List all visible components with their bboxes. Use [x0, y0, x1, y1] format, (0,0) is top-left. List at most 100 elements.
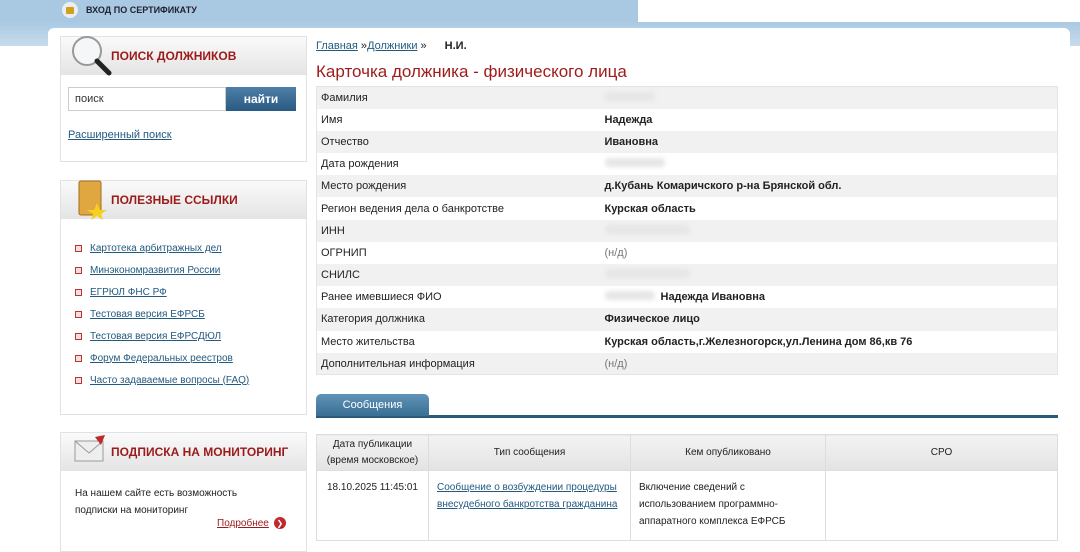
links-header: ПОЛЕЗНЫЕ ССЫЛКИ: [61, 180, 306, 220]
info-row: Отчество Ивановна: [316, 130, 1058, 154]
info-value-text: Курская область: [604, 202, 696, 215]
info-value: [598, 264, 1058, 286]
info-row: Место жительства Курская область,г.Железн…: [317, 331, 1058, 353]
info-value: Ивановна: [598, 131, 1058, 153]
search-header: ПОИСК ДОЛЖНИКОВ: [61, 36, 306, 76]
search-input[interactable]: [68, 87, 226, 111]
redacted-mark: [604, 291, 655, 301]
subscription-text-1: На нашем сайте есть возможность: [75, 488, 238, 499]
info-value: д.Кубань Комаричского р-на Брянской обл.: [598, 175, 1058, 197]
info-row: Регион ведения дела о банкротстве Курская…: [317, 197, 1058, 219]
info-row: Дата рождения: [317, 153, 1058, 175]
link-item: ЕГРЮЛ ФНС РФ: [75, 281, 306, 303]
info-value: Надежда: [598, 109, 1058, 131]
info-value: (н/д): [598, 242, 1058, 264]
breadcrumb-home[interactable]: Главная: [316, 40, 358, 52]
lock-icon: [62, 2, 78, 18]
bullet-icon: [75, 310, 82, 318]
info-row: Фамилия: [316, 86, 1058, 109]
info-label: ИНН: [321, 224, 345, 237]
info-row: СНИЛС: [316, 264, 1058, 287]
info-value-text: Физическое лицо: [604, 313, 700, 326]
main-content: Главная »Должники » Н.И. Карточка должник…: [316, 40, 1058, 376]
subscription-title: ПОДПИСКА НА МОНИТОРИНГ: [111, 445, 289, 459]
envelope-icon: [74, 435, 105, 462]
info-row: ОГРНИП (н/д): [317, 242, 1058, 264]
info-value-text: (н/д): [604, 246, 628, 259]
info-value-text: Надежда: [604, 113, 653, 126]
redacted-mark: [604, 91, 655, 101]
info-value-text: Ивановна: [604, 135, 659, 148]
info-value: [598, 220, 1058, 242]
col-sro: СРО: [825, 434, 1058, 471]
search-box: ПОИСК ДОЛЖНИКОВ найти Расширенный поиск: [60, 36, 307, 162]
search-title: ПОИСК ДОЛЖНИКОВ: [111, 49, 237, 63]
breadcrumb-debtors[interactable]: Должники: [367, 40, 417, 52]
tab-bar: Сообщения: [316, 394, 1058, 418]
link-faq[interactable]: Часто задаваемые вопросы (FAQ): [90, 375, 249, 386]
message-date: 18.10.2025 11:45:01: [316, 470, 429, 541]
info-label: Место жительства: [321, 335, 415, 348]
info-label: Имя: [321, 113, 343, 126]
info-label: Дата рождения: [321, 158, 399, 171]
bullet-icon: [75, 376, 82, 384]
breadcrumb-sep: »: [357, 40, 368, 52]
info-label: СНИЛС: [321, 269, 360, 282]
redacted-mark: [604, 158, 665, 168]
arrow-right-icon: ❯: [273, 517, 286, 529]
info-label: ОГРНИП: [321, 246, 367, 259]
col-by: Кем опубликовано: [630, 434, 826, 471]
link-item: Минэкономразвития России: [75, 259, 306, 281]
breadcrumb: Главная »Должники » Н.И.: [316, 40, 1058, 56]
info-value-text: Курская область,г.Железногорск,ул.Ленина…: [604, 335, 913, 348]
messages-table: Дата публикации (время московское) Тип со…: [316, 434, 1058, 541]
links-list: Картотека арбитражных дел Минэкономразви…: [61, 219, 306, 391]
cert-login-link[interactable]: ВХОД ПО СЕРТИФИКАТУ: [62, 2, 197, 18]
message-sro: [825, 470, 1058, 541]
more-label: Подробнее: [217, 517, 269, 529]
link-item: Картотека арбитражных дел: [75, 237, 306, 259]
breadcrumb-current: Н.И.: [444, 40, 467, 52]
bullet-icon: [75, 354, 82, 362]
redacted-mark: [604, 269, 690, 279]
message-type-link[interactable]: Сообщение о возбуждении процедуры внесуд…: [437, 482, 617, 510]
info-label: Фамилия: [321, 91, 368, 104]
col-type: Тип сообщения: [428, 434, 631, 471]
redacted-mark: [604, 224, 690, 234]
link-forum[interactable]: Форум Федеральных реестров: [90, 353, 233, 364]
link-item: Тестовая версия ЕФРСДЮЛ: [75, 325, 306, 347]
search-button[interactable]: найти: [226, 87, 296, 111]
info-label: Ранее имевшиеся ФИО: [321, 291, 442, 304]
link-egrul[interactable]: ЕГРЮЛ ФНС РФ: [90, 287, 167, 298]
info-value: Курская область,г.Железногорск,ул.Ленина…: [598, 331, 1058, 353]
info-row: Имя Надежда: [317, 109, 1058, 131]
col-date: Дата публикации (время московское): [316, 434, 429, 471]
link-test-efrsb[interactable]: Тестовая версия ЕФРСБ: [90, 309, 205, 320]
info-label: Дополнительная информация: [321, 357, 475, 370]
links-box: ПОЛЕЗНЫЕ ССЫЛКИ Картотека арбитражных де…: [60, 180, 307, 415]
notebook-icon: [78, 180, 107, 220]
subscription-text-2: подписки на мониторинг: [75, 505, 189, 516]
info-value-text: (н/д): [604, 357, 628, 370]
subscription-text: На нашем сайте есть возможность подписки …: [75, 485, 237, 519]
page-title: Карточка должника - физического лица: [316, 62, 627, 81]
info-label: Отчество: [321, 135, 369, 148]
col-date-line2: (время московское): [326, 454, 419, 466]
info-value: Надежда Ивановна: [598, 286, 1058, 308]
info-row: Ранее имевшиеся ФИО Надежда Ивановна: [317, 286, 1058, 308]
cert-login-label: ВХОД ПО СЕРТИФИКАТУ: [86, 5, 197, 15]
bullet-icon: [75, 266, 82, 274]
link-item: Форум Федеральных реестров: [75, 347, 306, 369]
tab-messages[interactable]: Сообщения: [316, 394, 429, 416]
link-test-efrsdul[interactable]: Тестовая версия ЕФРСДЮЛ: [90, 331, 221, 342]
more-link[interactable]: Подробнее ❯: [217, 517, 286, 529]
links-title: ПОЛЕЗНЫЕ ССЫЛКИ: [111, 193, 238, 207]
link-kad[interactable]: Картотека арбитражных дел: [90, 243, 222, 254]
advanced-search-link[interactable]: Расширенный поиск: [68, 129, 172, 141]
link-minec[interactable]: Минэкономразвития России: [90, 265, 220, 276]
bullet-icon: [75, 244, 82, 252]
info-label: Регион ведения дела о банкротстве: [321, 202, 505, 215]
info-label: Категория должника: [321, 313, 425, 326]
link-item: Тестовая версия ЕФРСБ: [75, 303, 306, 325]
debtor-info-table: Фамилия Имя Надежда Отчество Ивановна Дата ро…: [316, 86, 1058, 376]
